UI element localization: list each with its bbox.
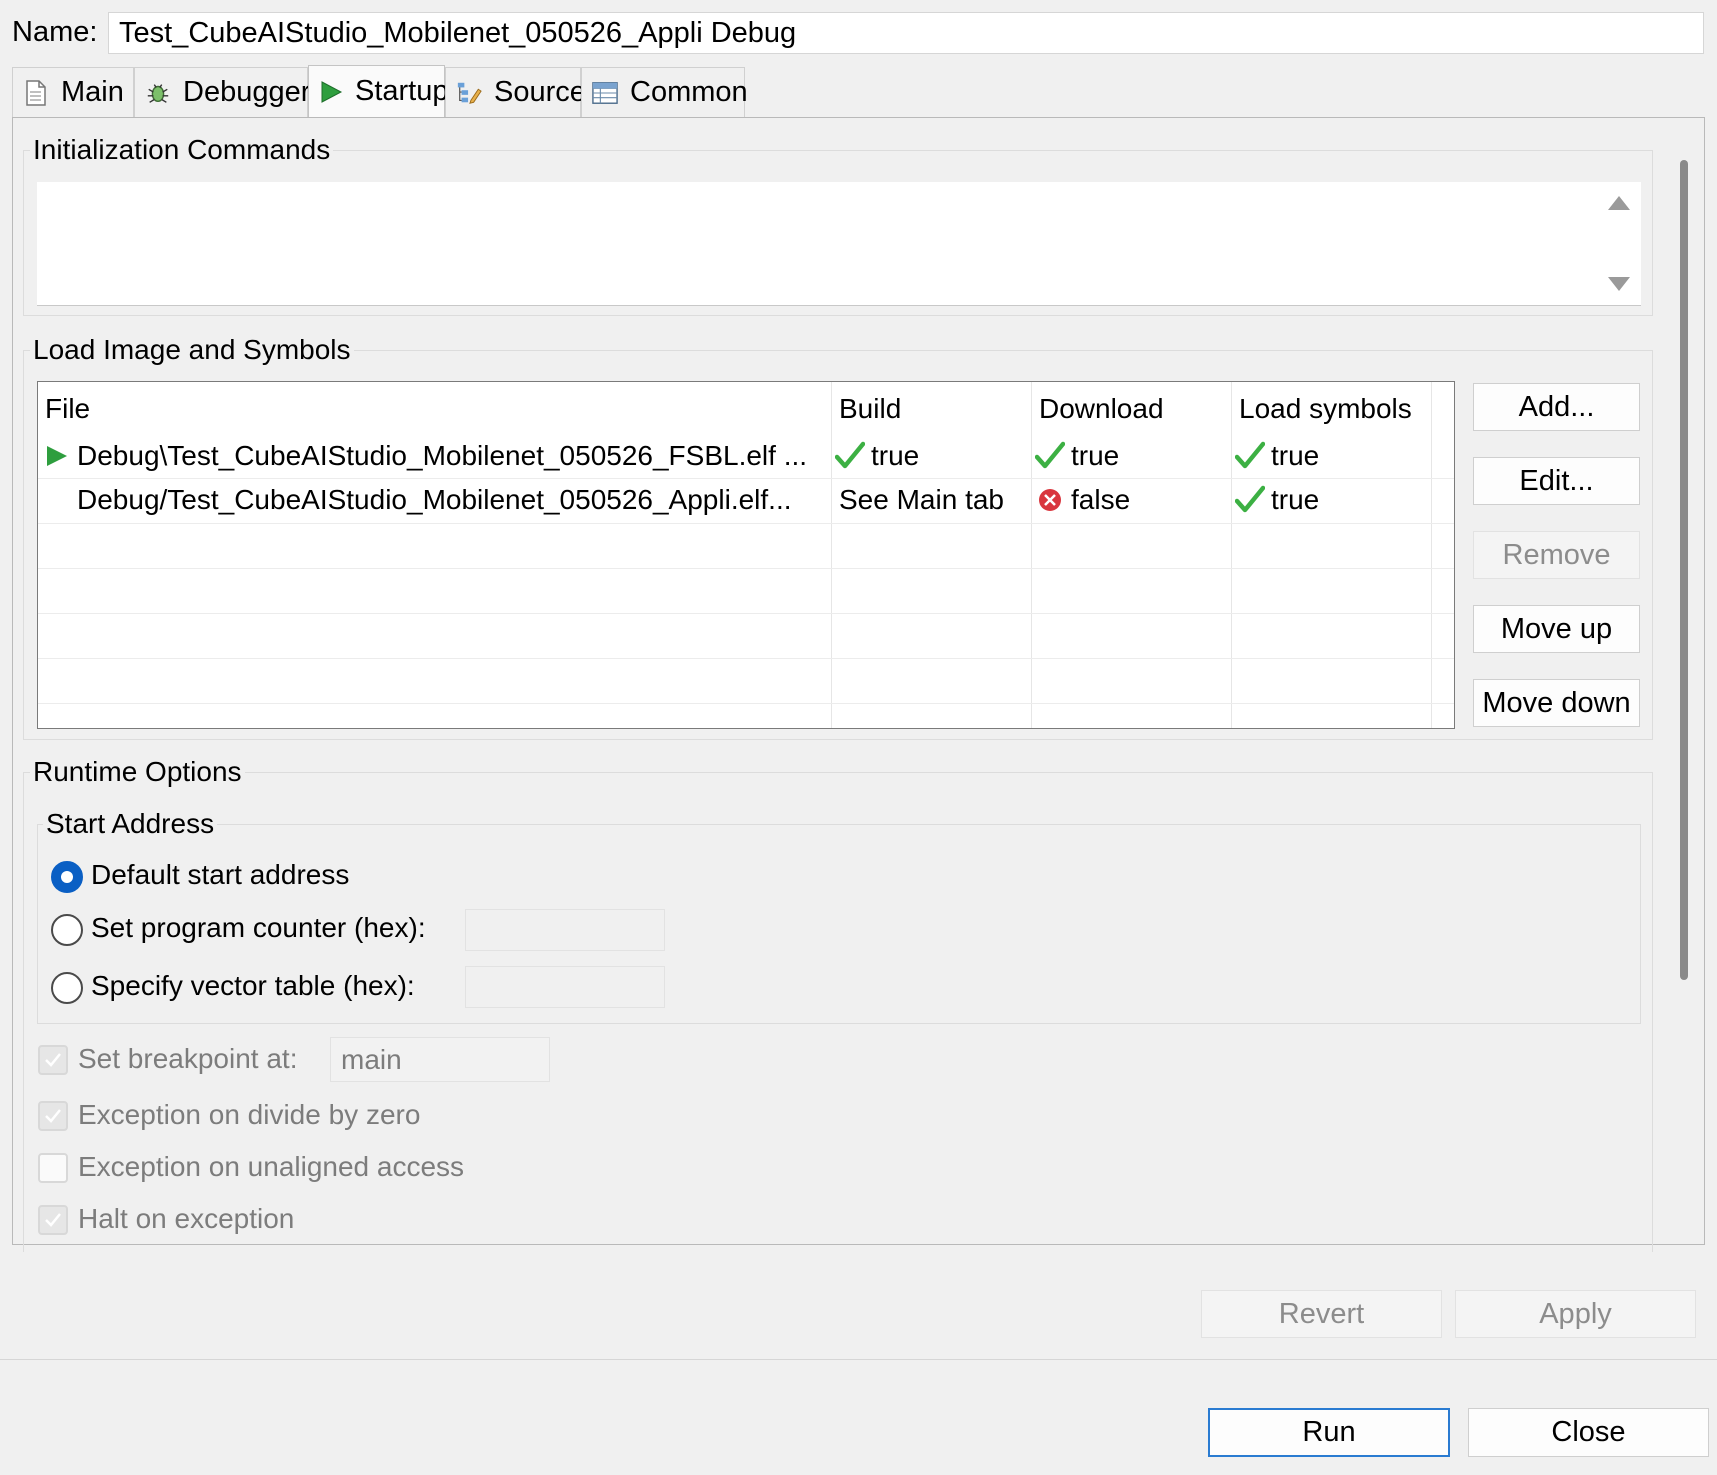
tab-label: Main [61,76,124,108]
play-icon [319,78,343,106]
load-symbols-cell: true [1271,440,1320,471]
edit-button[interactable]: Edit... [1473,457,1640,505]
column-header-file[interactable]: File [45,392,90,426]
add-button[interactable]: Add... [1473,383,1640,431]
breakpoint-label: Set breakpoint at: [78,1043,298,1074]
tab-main[interactable]: Main [12,67,134,117]
halt-on-exception-label: Halt on exception [78,1203,295,1234]
check-icon [1233,441,1267,471]
check-icon [833,441,867,471]
program-counter-input[interactable] [465,909,665,951]
radio-label: Set program counter (hex): [91,912,426,943]
tab-label: Startup [355,75,449,107]
breakpoint-input[interactable]: main [330,1037,550,1082]
tab-startup[interactable]: Startup [308,65,449,117]
revert-button[interactable]: Revert [1201,1290,1442,1338]
column-header-load-symbols[interactable]: Load symbols [1239,392,1412,426]
bug-icon [145,79,171,107]
checkmark-icon [45,1213,61,1227]
tab-source[interactable]: Source [445,67,586,117]
checkmark-icon [45,1109,61,1123]
tab-label: Source [494,76,586,108]
checkmark-icon [45,1053,61,1067]
move-down-button[interactable]: Move down [1473,679,1640,727]
halt-on-exception-checkbox[interactable] [38,1205,68,1235]
check-icon [1233,485,1267,515]
load-image-table[interactable]: File Build Download Load symbols Debug\T… [37,381,1455,729]
apply-button[interactable]: Apply [1455,1290,1696,1338]
tab-common[interactable]: Common [581,67,748,117]
download-cell: true [1071,440,1120,471]
load-image-title: Load Image and Symbols [30,334,354,366]
runtime-options-title: Runtime Options [30,756,245,788]
init-commands-textarea[interactable] [37,182,1641,306]
play-icon [45,445,73,467]
start-address-title: Start Address [43,808,218,840]
unaligned-access-checkbox[interactable] [38,1153,68,1183]
scroll-up-icon[interactable] [1608,196,1630,210]
close-button[interactable]: Close [1468,1408,1709,1457]
download-cell: false [1071,484,1131,515]
remove-button[interactable]: Remove [1473,531,1640,579]
table-icon [592,79,618,107]
radio-label: Default start address [91,859,350,890]
vector-table-radio[interactable] [51,972,83,1004]
vector-table-input[interactable] [465,966,665,1008]
document-icon [23,79,49,107]
unaligned-access-label: Exception on unaligned access [78,1151,465,1182]
column-header-download[interactable]: Download [1039,392,1164,426]
tab-label: Common [630,76,748,108]
footer-divider [0,1359,1717,1360]
panel-scrollbar[interactable] [1680,160,1688,980]
tab-debugger[interactable]: Debugger [134,67,311,117]
default-start-address-radio[interactable] [51,861,83,893]
build-cell: true [871,440,920,471]
name-field[interactable]: Test_CubeAIStudio_Mobilenet_050526_Appli… [108,12,1704,54]
program-counter-radio[interactable] [51,914,83,946]
file-cell: Debug\Test_CubeAIStudio_Mobilenet_050526… [77,440,808,471]
load-symbols-cell: true [1271,484,1320,515]
divide-by-zero-checkbox[interactable] [38,1101,68,1131]
column-header-build[interactable]: Build [839,392,901,426]
source-lookup-icon [456,79,482,107]
breakpoint-checkbox[interactable] [38,1045,68,1075]
run-button[interactable]: Run [1208,1408,1450,1457]
divide-by-zero-label: Exception on divide by zero [78,1099,421,1130]
move-up-button[interactable]: Move up [1473,605,1640,653]
file-cell: Debug/Test_CubeAIStudio_Mobilenet_050526… [77,484,792,515]
build-cell: See Main tab [839,484,1004,515]
scroll-down-icon[interactable] [1608,277,1630,291]
error-icon [1033,488,1067,512]
tab-label: Debugger [183,76,311,108]
check-icon [1033,441,1067,471]
name-label: Name: [12,16,98,48]
radio-label: Specify vector table (hex): [91,970,415,1001]
init-commands-title: Initialization Commands [30,134,334,166]
